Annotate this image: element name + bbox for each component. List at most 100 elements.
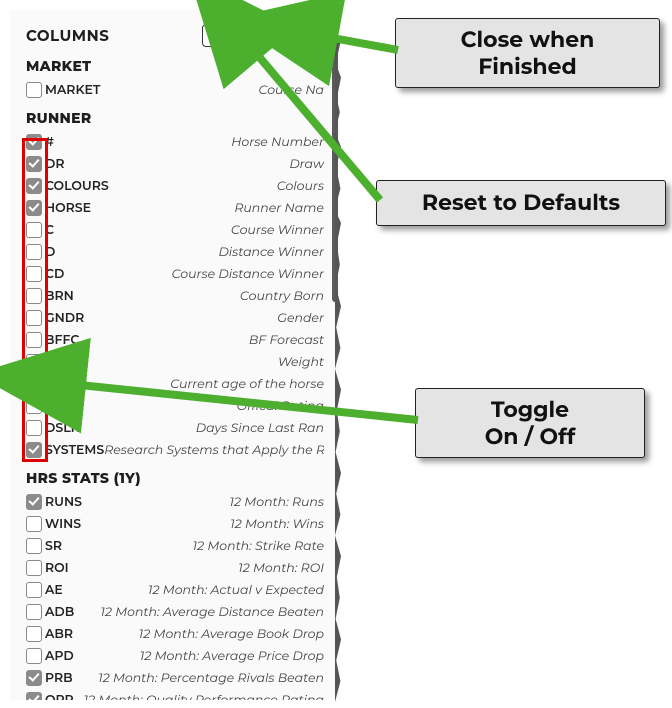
column-code: AE (45, 583, 63, 598)
column-row: CCourse Winner (26, 219, 324, 241)
panel-title: COLUMNS (26, 26, 109, 45)
column-checkbox[interactable] (26, 494, 42, 510)
column-code: ABR (45, 627, 73, 642)
column-desc: Horse Number (54, 135, 324, 150)
column-row: QPR12 Month: Quality Performance Rating (26, 689, 324, 700)
column-code: COLOURS (45, 179, 109, 194)
callout-close: Close whenFinished (395, 18, 660, 88)
column-desc: Colours (109, 179, 324, 194)
section-title-hrs: HRS STATS (1Y) (26, 469, 324, 487)
column-desc: Offical Rating (65, 399, 324, 414)
column-desc: Country Born (74, 289, 324, 304)
column-desc: 12 Month: Average Book Drop (73, 627, 324, 642)
callout-close-text: Close whenFinished (461, 26, 595, 81)
column-checkbox[interactable] (26, 420, 42, 436)
column-checkbox[interactable] (26, 670, 42, 686)
column-checkbox[interactable] (26, 604, 42, 620)
column-desc: 12 Month: Strike Rate (62, 539, 324, 554)
column-code: QPR (45, 693, 74, 701)
column-checkbox[interactable] (26, 266, 42, 282)
column-row: HORSERunner Name (26, 197, 324, 219)
torn-paper-edge (335, 8, 341, 702)
column-checkbox[interactable] (26, 82, 42, 98)
column-desc: Gender (84, 311, 324, 326)
column-code: ADB (45, 605, 74, 620)
column-row: DDistance Winner (26, 241, 324, 263)
column-checkbox[interactable] (26, 200, 42, 216)
column-code: WINS (45, 517, 81, 532)
reset-button[interactable]: RESET (202, 24, 260, 47)
column-row: OROffical Rating (26, 395, 324, 417)
column-checkbox[interactable] (26, 398, 42, 414)
section-title-runner: RUNNER (26, 109, 324, 127)
column-desc: 12 Month: Runs (82, 495, 324, 510)
column-desc: Current age of the horse (72, 377, 324, 392)
column-checkbox[interactable] (26, 648, 42, 664)
column-row: WINS12 Month: Wins (26, 513, 324, 535)
column-row: BRNCountry Born (26, 285, 324, 307)
column-code: PRB (45, 671, 73, 686)
columns-panel: COLUMNS RESET CLOSE MARKET MARKETCourse … (10, 10, 340, 700)
column-checkbox[interactable] (26, 538, 42, 554)
callout-toggle-text: ToggleOn / Off (485, 396, 576, 451)
column-row: SYSTEMSResearch Systems that Apply the R… (26, 439, 324, 461)
column-code: HORSE (45, 201, 91, 216)
column-row: DSLRDays Since Last Ran (26, 417, 324, 439)
column-row: APD12 Month: Average Price Drop (26, 645, 324, 667)
close-button[interactable]: CLOSE (264, 24, 324, 47)
column-code: WGT (45, 355, 76, 370)
callout-toggle: ToggleOn / Off (415, 388, 645, 458)
column-desc: 12 Month: Wins (81, 517, 324, 532)
column-code: SYSTEMS (45, 443, 104, 458)
column-desc: 12 Month: Average Price Drop (74, 649, 324, 664)
column-desc: 12 Month: Quality Performance Rating (74, 693, 324, 701)
column-row: AGECurrent age of the horse (26, 373, 324, 395)
column-checkbox[interactable] (26, 354, 42, 370)
column-checkbox[interactable] (26, 178, 42, 194)
column-checkbox[interactable] (26, 582, 42, 598)
column-row: ADB12 Month: Average Distance Beaten (26, 601, 324, 623)
column-row: GNDRGender (26, 307, 324, 329)
column-desc: Research Systems that Apply the Runners (104, 443, 324, 458)
column-row: PRB12 Month: Percentage Rivals Beaten (26, 667, 324, 689)
column-checkbox[interactable] (26, 156, 42, 172)
column-checkbox[interactable] (26, 442, 42, 458)
column-row: COLOURSColours (26, 175, 324, 197)
column-checkbox[interactable] (26, 310, 42, 326)
column-code: DR (45, 157, 64, 172)
column-row: SR12 Month: Strike Rate (26, 535, 324, 557)
column-checkbox[interactable] (26, 516, 42, 532)
column-checkbox[interactable] (26, 626, 42, 642)
column-code: D (45, 245, 55, 260)
column-desc: Weight (76, 355, 324, 370)
column-desc: Draw (64, 157, 324, 172)
column-row: AE12 Month: Actual v Expected (26, 579, 324, 601)
column-code: ROI (45, 561, 69, 576)
callout-reset: Reset to Defaults (376, 180, 666, 226)
column-code: SR (45, 539, 62, 554)
column-checkbox[interactable] (26, 332, 42, 348)
column-code: BRN (45, 289, 74, 304)
panel-header: COLUMNS RESET CLOSE (26, 24, 324, 47)
column-checkbox[interactable] (26, 288, 42, 304)
column-row: #Horse Number (26, 131, 324, 153)
column-code: GNDR (45, 311, 84, 326)
column-row: WGTWeight (26, 351, 324, 373)
column-row: RUNS12 Month: Runs (26, 491, 324, 513)
column-checkbox[interactable] (26, 692, 42, 700)
column-desc: Course Distance Winner (64, 267, 324, 282)
column-checkbox[interactable] (26, 560, 42, 576)
column-checkbox[interactable] (26, 376, 42, 392)
column-desc: 12 Month: Actual v Expected (63, 583, 324, 598)
column-checkbox[interactable] (26, 244, 42, 260)
column-code: CD (45, 267, 64, 282)
column-desc: 12 Month: Percentage Rivals Beaten (73, 671, 324, 686)
column-desc: 12 Month: ROI (69, 561, 324, 576)
column-row: CDCourse Distance Winner (26, 263, 324, 285)
column-code: DSLR (45, 421, 80, 436)
column-code: OR (45, 399, 65, 414)
column-checkbox[interactable] (26, 222, 42, 238)
callout-reset-text: Reset to Defaults (422, 189, 620, 217)
column-checkbox[interactable] (26, 134, 42, 150)
column-code: BFFC (45, 333, 79, 348)
